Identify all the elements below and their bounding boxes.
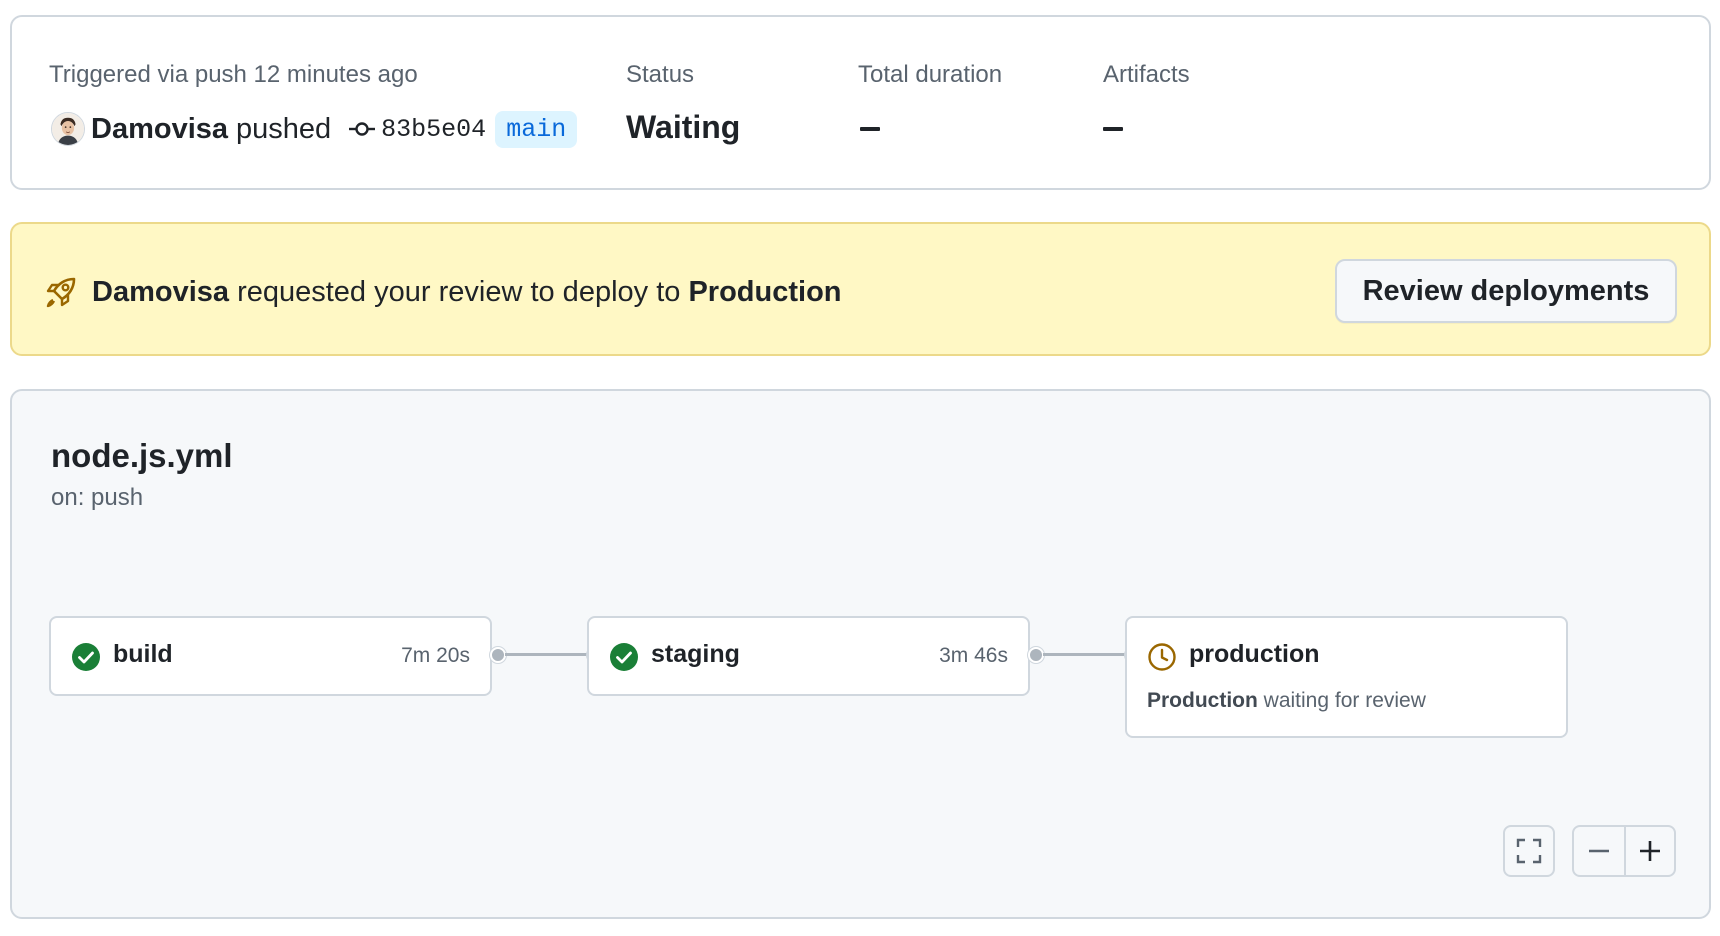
- duration-label: Total duration: [858, 61, 1003, 88]
- job-connector-line: [1043, 653, 1125, 656]
- job-name: staging: [651, 640, 740, 668]
- job-production[interactable]: production Production waiting for review: [1125, 616, 1568, 738]
- check-circle-icon: [71, 642, 101, 672]
- clock-icon: [1147, 642, 1177, 672]
- connector-dot: [490, 647, 506, 663]
- workflow-title[interactable]: node.js.yml: [51, 437, 233, 475]
- artifacts-empty-dash: [1103, 127, 1123, 131]
- trigger-row: Damovisa pushed 83b5e04 main: [51, 109, 578, 149]
- fullscreen-button[interactable]: [1503, 825, 1555, 877]
- job-connector-line: [505, 653, 587, 656]
- job-build[interactable]: build 7m 20s: [49, 616, 492, 696]
- connector-dot: [1028, 647, 1044, 663]
- run-summary-card: Triggered via push 12 minutes ago Damovi…: [10, 15, 1711, 190]
- job-status-note: Production waiting for review: [1147, 689, 1426, 713]
- job-name: production: [1189, 640, 1320, 668]
- avatar-image: [52, 113, 84, 145]
- branch-label[interactable]: main: [495, 110, 578, 148]
- note-environment: Production: [1147, 689, 1258, 712]
- zoom-controls: [1572, 825, 1676, 877]
- job-name: build: [113, 640, 173, 668]
- note-text: waiting for review: [1257, 689, 1426, 712]
- status-label: Status: [626, 61, 695, 88]
- status-value: Waiting: [626, 109, 741, 145]
- job-staging[interactable]: staging 3m 46s: [587, 616, 1030, 696]
- rocket-icon: [43, 274, 79, 310]
- minus-icon: [1589, 849, 1609, 853]
- actor-name[interactable]: Damovisa: [91, 113, 228, 146]
- duration-empty-dash: [860, 127, 880, 131]
- commit-sha-link[interactable]: 83b5e04: [381, 115, 486, 144]
- review-request-banner: Damovisa requested your review to deploy…: [10, 222, 1711, 356]
- workflow-trigger: on: push: [51, 484, 144, 511]
- artifacts-label: Artifacts: [1103, 61, 1190, 88]
- action-text: pushed: [236, 112, 332, 145]
- trigger-label: Triggered via push 12 minutes ago: [49, 61, 418, 88]
- job-duration: 3m 46s: [939, 644, 1008, 667]
- environment-name: Production: [688, 276, 842, 308]
- avatar[interactable]: [51, 112, 85, 146]
- review-request-message: Damovisa requested your review to deploy…: [92, 276, 842, 309]
- zoom-in-button[interactable]: [1624, 827, 1674, 875]
- plus-icon: [1640, 841, 1660, 861]
- review-request-text: requested your review to deploy to: [229, 276, 689, 308]
- zoom-out-button[interactable]: [1574, 827, 1624, 875]
- job-duration: 7m 20s: [401, 644, 470, 667]
- review-deployments-button[interactable]: Review deployments: [1335, 259, 1677, 323]
- fullscreen-icon: [1516, 838, 1542, 864]
- requester-name[interactable]: Damovisa: [92, 276, 229, 308]
- check-circle-icon: [609, 642, 639, 672]
- git-commit-icon: [349, 119, 376, 139]
- workflow-graph-card: node.js.yml on: push build 7m 20s stagin…: [10, 389, 1711, 919]
